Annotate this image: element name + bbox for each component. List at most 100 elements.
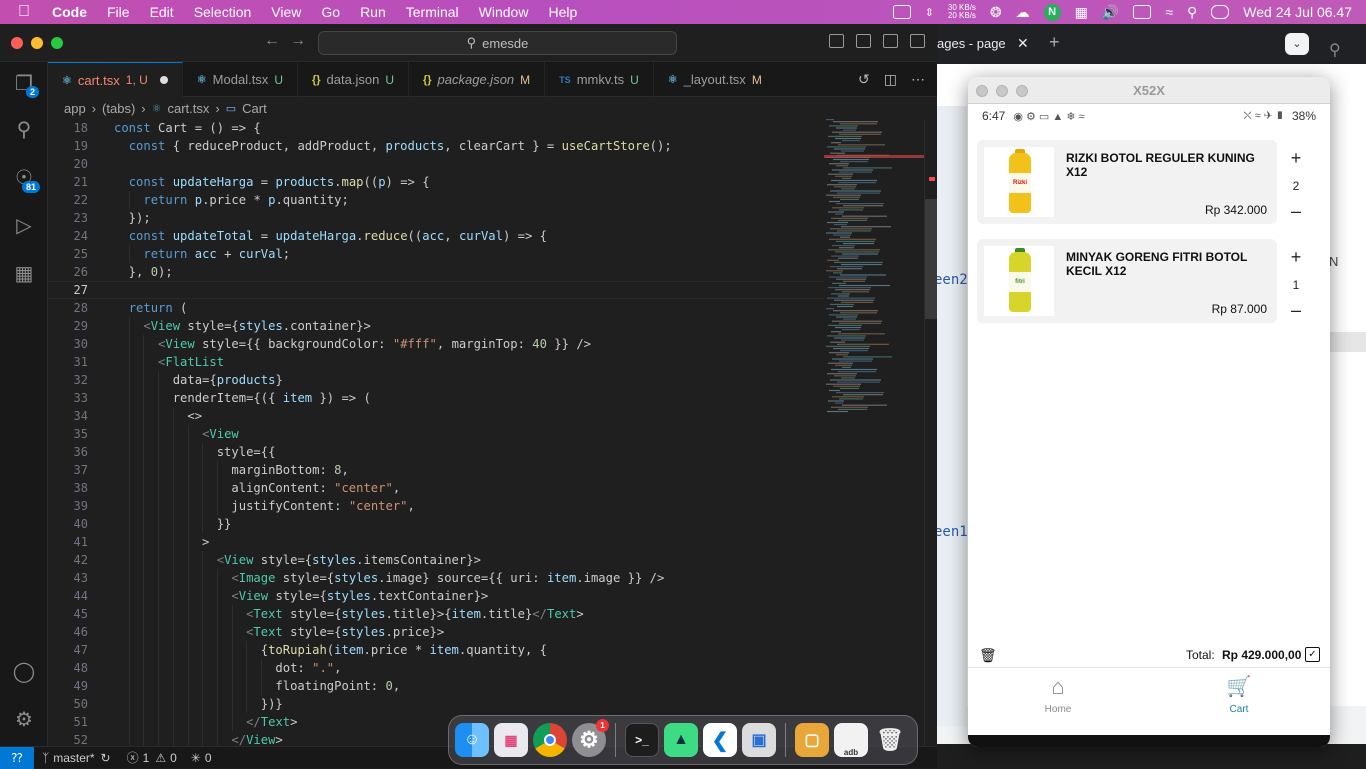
- branch-name[interactable]: master*: [53, 751, 94, 765]
- code-line[interactable]: dot: ".",: [114, 659, 341, 677]
- menu-file[interactable]: File: [107, 4, 130, 20]
- code-line[interactable]: </View>: [114, 731, 282, 746]
- adb-window-icon[interactable]: adb: [834, 723, 868, 757]
- toggle-sidebar-icon[interactable]: [829, 34, 844, 48]
- tab-search-icon[interactable]: ⌄: [1285, 33, 1309, 55]
- ports-count[interactable]: 0: [205, 751, 212, 765]
- menu-help[interactable]: Help: [548, 4, 577, 20]
- code-line[interactable]: alignContent: "center",: [114, 479, 400, 497]
- tab-modal[interactable]: ⚛ Modal.tsx U: [183, 62, 298, 97]
- maximize-window-button[interactable]: [51, 37, 63, 49]
- emulator-maximize-button[interactable]: [1016, 85, 1028, 97]
- vscode-icon[interactable]: ❮: [703, 723, 737, 757]
- menu-view[interactable]: View: [271, 4, 301, 20]
- extensions-icon[interactable]: ▦: [12, 262, 36, 286]
- forward-arrow-icon[interactable]: →: [290, 32, 306, 50]
- compare-changes-icon[interactable]: ↺: [858, 71, 870, 88]
- emulator-minimize-button[interactable]: [996, 85, 1008, 97]
- code-line[interactable]: data={products}: [114, 371, 283, 389]
- chrome-icon[interactable]: [533, 723, 567, 757]
- code-line[interactable]: style={{: [114, 443, 276, 461]
- control-center-icon[interactable]: [1211, 5, 1230, 19]
- increase-quantity-button[interactable]: +: [1284, 246, 1308, 270]
- settings-gear-icon[interactable]: ⚙: [12, 708, 36, 732]
- trash-bin-icon[interactable]: 🗑: [873, 723, 907, 757]
- tab-cart[interactable]: ⚛ cart.tsx 1, U: [48, 62, 183, 97]
- remote-indicator-icon[interactable]: ⁇: [0, 746, 34, 769]
- n-app-icon[interactable]: N: [1043, 3, 1061, 21]
- simulator-icon[interactable]: ▣: [742, 723, 776, 757]
- editor-scrollbar[interactable]: [924, 119, 937, 746]
- emulator-close-button[interactable]: [976, 85, 988, 97]
- launchpad-icon[interactable]: ▦: [494, 723, 528, 757]
- system-settings-icon[interactable]: ⚙ 1: [572, 719, 609, 757]
- code-line[interactable]: const updateHarga = products.map((p) => …: [114, 173, 430, 191]
- more-actions-icon[interactable]: ⋯: [911, 71, 925, 88]
- new-tab-icon[interactable]: +: [1049, 32, 1060, 53]
- code-line[interactable]: const updateTotal = updateHarga.reduce((…: [114, 227, 547, 245]
- tab-package-json[interactable]: {} package.json M: [409, 62, 546, 97]
- code-line[interactable]: }, 0);: [114, 263, 173, 281]
- code-line[interactable]: {toRupiah(item.price * item.quantity, {: [114, 641, 547, 659]
- toggle-panel-icon[interactable]: [856, 34, 871, 48]
- tab-cart[interactable]: 🛒 Cart: [1199, 674, 1279, 715]
- menu-terminal[interactable]: Terminal: [406, 4, 459, 20]
- code-line[interactable]: return p.price * p.quantity;: [114, 191, 348, 209]
- tab-layout[interactable]: ⚛ _layout.tsx M: [654, 62, 766, 97]
- close-tab-icon[interactable]: ✕: [1017, 35, 1029, 52]
- back-arrow-icon[interactable]: ←: [264, 32, 280, 50]
- extension-icon[interactable]: ❂: [990, 4, 1002, 21]
- display-icon[interactable]: [1133, 5, 1152, 19]
- menu-window[interactable]: Window: [479, 4, 529, 20]
- checkout-checkbox-icon[interactable]: ✓: [1305, 647, 1320, 662]
- code-line[interactable]: marginBottom: 8,: [114, 461, 348, 479]
- code-line[interactable]: renderItem={({ item }) => (: [114, 389, 371, 407]
- search-view-icon[interactable]: ⚲: [12, 118, 36, 142]
- grid-icon[interactable]: ▦: [1075, 4, 1088, 21]
- unsaved-dot-icon[interactable]: [159, 76, 168, 84]
- archive-folder-icon[interactable]: ▢: [795, 723, 829, 757]
- code-line[interactable]: floatingPoint: 0,: [114, 677, 400, 695]
- code-line[interactable]: <View style={{ backgroundColor: "#fff", …: [114, 335, 591, 353]
- minimize-window-button[interactable]: [31, 37, 43, 49]
- breadcrumb-item[interactable]: app: [64, 101, 86, 116]
- split-editor-icon[interactable]: ◫: [884, 71, 897, 88]
- breadcrumb-item[interactable]: (tabs): [102, 101, 135, 116]
- breadcrumb-item[interactable]: cart.tsx: [168, 101, 210, 116]
- command-center[interactable]: ⚲ emesde: [318, 31, 677, 55]
- menubar-clock[interactable]: Wed 24 Jul 06.47: [1243, 4, 1352, 20]
- breadcrumb-item[interactable]: Cart: [242, 101, 267, 116]
- volume-icon[interactable]: 🔊: [1102, 4, 1119, 21]
- menu-edit[interactable]: Edit: [150, 4, 174, 20]
- tab-mmkv[interactable]: TS mmkv.ts U: [545, 62, 654, 97]
- menu-selection[interactable]: Selection: [194, 4, 252, 20]
- toggle-secondary-sidebar-icon[interactable]: [883, 34, 898, 48]
- android-studio-icon[interactable]: ▲: [664, 723, 698, 757]
- error-count[interactable]: 1: [143, 751, 150, 765]
- menu-go[interactable]: Go: [321, 4, 340, 20]
- code-line[interactable]: <View style={styles.textContainer}>: [114, 587, 488, 605]
- code-line[interactable]: const Cart = () => {: [114, 119, 261, 137]
- spotlight-icon[interactable]: ⚲: [1187, 4, 1197, 21]
- code-line[interactable]: <View: [114, 425, 239, 443]
- sync-icon[interactable]: ↻: [101, 751, 111, 765]
- code-line[interactable]: </Text>: [114, 713, 297, 731]
- updown-icon[interactable]: ⇕: [925, 6, 934, 19]
- code-line[interactable]: })}: [114, 695, 283, 713]
- code-editor[interactable]: 18 const Cart = () => {19 const { reduceP…: [48, 119, 824, 746]
- increase-quantity-button[interactable]: +: [1284, 147, 1308, 171]
- minimap[interactable]: [824, 119, 924, 419]
- code-line[interactable]: <View style={styles.itemsContainer}>: [114, 551, 481, 569]
- code-line[interactable]: <Text style={styles.title}>{item.title}<…: [114, 605, 584, 623]
- warning-count[interactable]: 0: [170, 751, 177, 765]
- decrease-quantity-button[interactable]: –: [1284, 299, 1308, 323]
- run-debug-icon[interactable]: ▷: [12, 214, 36, 238]
- tab-data-json[interactable]: {} data.json U: [298, 62, 409, 97]
- close-window-button[interactable]: [11, 37, 23, 49]
- code-line[interactable]: <View style={styles.container}>: [114, 317, 371, 335]
- code-line[interactable]: return (: [114, 299, 188, 317]
- account-icon[interactable]: ◯: [12, 660, 36, 684]
- code-line[interactable]: <FlatList: [114, 353, 224, 371]
- notes-icon[interactable]: [892, 5, 911, 19]
- menu-app[interactable]: Code: [52, 4, 87, 20]
